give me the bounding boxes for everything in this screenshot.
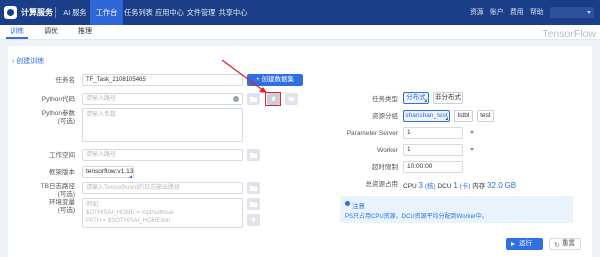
workspace-label: 工作空间 [49,152,75,159]
chevron-down-icon[interactable] [470,131,474,134]
notice-body: PS只占用CPU资源，DCU资源平均分配到Worker中。 [345,214,488,220]
task-type-label: 任务类型 [372,96,398,103]
resource-group-shanshan-test[interactable]: shanshan_test [403,110,450,122]
env-vars-optional: (可选) [57,207,75,214]
task-name-label: 任务名 [55,77,76,84]
task-type-non-distributed[interactable]: 非分布式 [433,92,463,104]
nav-workbench[interactable]: 工作台 [90,0,123,25]
nav-app-center[interactable]: 应用中心 [154,0,185,25]
framework-brand: TensorFlow [542,28,596,40]
sub-tab-bar: 训练 调优 推理 [0,25,600,40]
folder-icon [250,202,257,207]
view-button[interactable] [285,93,298,105]
resource-usage: CPU 3 (核) DCU 1 (卡) 内存 32.0 GB [403,180,516,190]
user-menu[interactable] [550,7,594,18]
logo-divider [55,7,56,18]
env-vars-input[interactable]: 例如: $OTHISAI_HOME = /opt/sothisai PATH =… [82,198,243,228]
env-vars-placeholder-line: $OTHISAI_HOME = /opt/sothisai [86,210,174,216]
python-params-optional: (可选) [57,118,75,125]
notice-title: 注意 [352,203,365,210]
nav-ai-service[interactable]: AI 服务 [60,0,90,25]
play-icon [511,242,515,246]
resource-group-label: 资源分组 [372,113,398,120]
reset-label: 重置 [562,240,575,247]
annotation-arrow-icon [221,59,267,93]
env-vars-upload-button[interactable] [247,214,260,226]
run-button[interactable]: 运行 [506,238,543,250]
python-params-label: Python参数 (可选) [25,110,75,126]
reset-button[interactable]: ↻ 重置 [549,238,581,250]
env-vars-label: 环境变量 (可选) [25,199,75,215]
eye-icon [288,97,295,101]
info-icon[interactable] [233,96,239,102]
run-label: 运行 [519,240,532,247]
info-icon [345,201,350,206]
timeout-input[interactable]: 10:00:00 [403,161,463,173]
resource-group-test[interactable]: test [477,110,494,122]
dcu-unit: (卡) [459,183,471,190]
mem-label: 内存 [472,183,486,190]
nav-account[interactable]: 账户 [490,0,504,25]
tb-log-path-label-text: TB日志路径 [40,183,75,190]
task-type-distributed[interactable]: 分布式 [403,92,429,104]
mem-unit: GB [504,181,517,190]
nav-file-manager[interactable]: 文件管理 [185,0,217,25]
back-label: 创建训练 [16,58,45,65]
tb-log-path-optional: (可选) [57,191,75,198]
notice-box: 注意 PS只占用CPU资源，DCU资源平均分配到Worker中。 [340,196,573,223]
folder-icon [250,153,257,158]
nav-resources[interactable]: 资源 [470,0,484,25]
usage-label: 总资源占用 [365,181,399,188]
top-nav-bar: 计算服务 AI 服务 工作台 任务列表 应用中心 文件管理 共享中心 资源 账户… [0,0,600,25]
timeout-label: 超时限制 [372,164,398,171]
parameter-server-select[interactable]: 1 [403,127,463,139]
selected-corner-icon [129,175,132,178]
back-link[interactable]: ‹ 创建训练 [12,56,44,66]
workspace-folder-button[interactable] [247,149,260,161]
refresh-icon: ↻ [554,242,560,249]
logo[interactable]: 计算服务 [4,6,53,19]
worker-select[interactable]: 1 [403,144,463,156]
tb-log-path-label: TB日志路径 (可选) [25,183,75,199]
env-vars-label-text: 环境变量 [49,199,75,206]
resource-group-lstbl[interactable]: lstbl [454,110,473,122]
nav-billing[interactable]: 费用 [510,0,524,25]
tab-train[interactable]: 训练 [6,25,28,39]
workspace-input[interactable]: 请输入路径 [82,149,243,161]
framework-version-select[interactable]: tensorflow:v1.13 [82,166,134,178]
mem-value: 32.0 [487,181,503,190]
env-vars-folder-button[interactable] [247,198,260,210]
folder-icon [250,97,257,102]
python-code-label: Python代码 [41,96,75,103]
parameter-server-label: Parameter Server [346,130,398,137]
dcu-label: DCU [437,183,452,190]
nav-task-list[interactable]: 任务列表 [123,0,154,25]
tb-log-path-input[interactable]: 请输入TensorBoard的日志输出路径 [82,182,243,194]
upload-icon [251,217,256,222]
logo-icon [4,6,17,19]
dcu-value: 1 [453,181,458,190]
folder-icon [250,186,257,191]
cpu-unit: (核) [424,183,436,190]
worker-label: Worker [377,147,398,154]
logo-text: 计算服务 [21,8,53,17]
cpu-value: 3 [418,181,423,190]
python-params-input[interactable]: 请输入参数 [82,108,243,142]
cpu-label: CPU [403,183,417,190]
env-vars-placeholder-line: 例如: [86,202,100,208]
framework-version-label: 框架版本 [49,169,75,176]
python-params-label-text: Python参数 [41,110,75,117]
nav-help[interactable]: 帮助 [530,0,544,25]
tab-tune[interactable]: 调优 [40,25,62,39]
nav-share-center[interactable]: 共享中心 [217,0,249,25]
tb-folder-button[interactable] [247,182,260,194]
tab-inference[interactable]: 推理 [74,25,96,39]
env-vars-placeholder-line: PATH = $SOTHISAI_HOME/bin [86,218,171,224]
chevron-down-icon[interactable] [470,148,474,151]
